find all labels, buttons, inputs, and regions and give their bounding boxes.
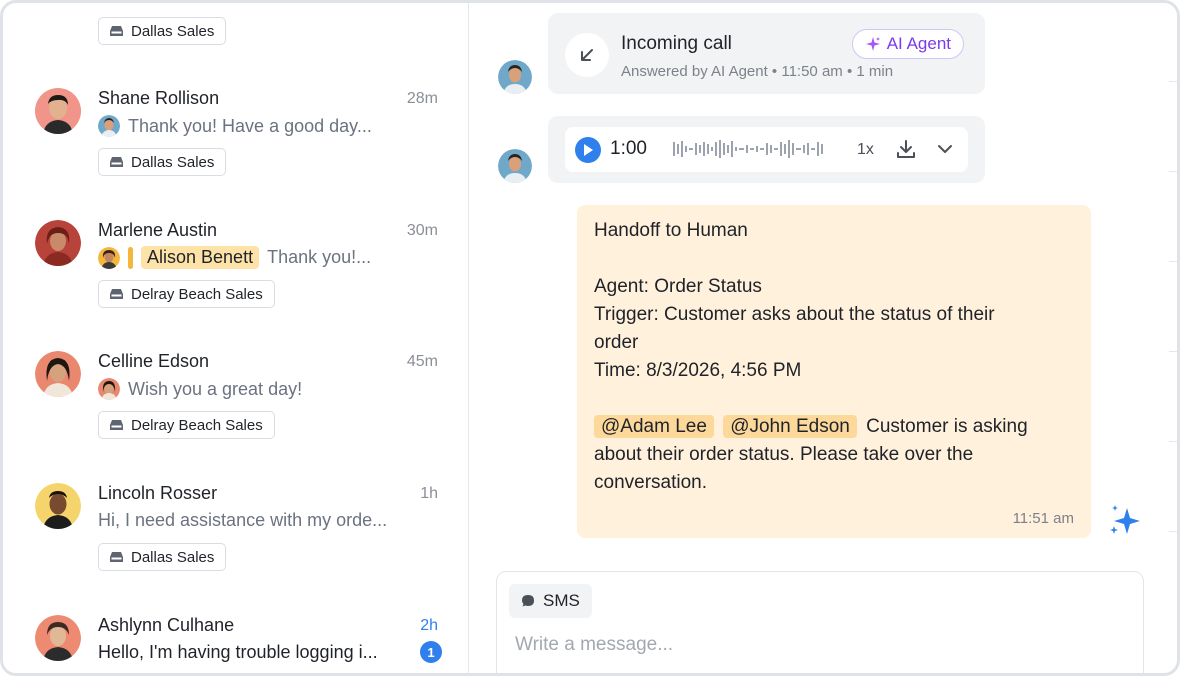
- audio-duration: 1:00: [610, 138, 647, 159]
- mention-chip[interactable]: @Adam Lee: [594, 415, 714, 438]
- contact-name: Marlene Austin: [98, 220, 218, 240]
- play-button[interactable]: [575, 137, 601, 163]
- chevron-down-icon[interactable]: [937, 143, 953, 155]
- inbox-icon: [110, 157, 123, 167]
- sparkle-icon: [865, 37, 880, 51]
- play-icon: [584, 144, 593, 156]
- preview-text: Thank you! Have a good day...: [128, 115, 372, 136]
- handoff-message: Handoff to Human Agent: Order Status Tri…: [577, 205, 1091, 538]
- handoff-trigger-cont: order: [594, 332, 639, 353]
- incoming-call-arrow-icon: [565, 33, 609, 77]
- contact-name: Lincoln Rosser: [98, 483, 218, 503]
- inbox-tag[interactable]: Dallas Sales: [98, 148, 227, 176]
- avatar: [35, 615, 81, 661]
- call-subtitle: Answered by AI Agent • 11:50 am • 1 min: [621, 63, 894, 80]
- handoff-body-cont: conversation.: [594, 472, 708, 493]
- inbox-icon: [110, 420, 123, 430]
- message-preview: Wish you a great day!: [98, 378, 302, 400]
- incoming-call-card[interactable]: Incoming call Answered by AI Agent • 11:…: [548, 13, 985, 94]
- inbox-icon: [110, 289, 123, 299]
- ai-agent-avatar: [498, 149, 532, 183]
- handoff-trigger: Trigger: Customer asks about the status …: [594, 304, 995, 325]
- message-composer: SMS: [496, 571, 1144, 673]
- handoff-title: Handoff to Human: [594, 220, 748, 241]
- handoff-time: Time: 8/3/2026, 4:56 PM: [594, 360, 802, 381]
- inbox-tag-label: Dallas Sales: [131, 548, 215, 566]
- unread-badge: 1: [420, 641, 442, 663]
- message-preview: Alison Benett Thank you!...: [98, 246, 371, 269]
- agent-avatar: [98, 115, 120, 137]
- preview-text: Thank you!...: [267, 247, 372, 267]
- ai-agent-label: AI Agent: [886, 34, 951, 53]
- download-icon[interactable]: [895, 138, 917, 160]
- avatar: [35, 220, 81, 266]
- inbox-tag-label: Dallas Sales: [131, 22, 215, 40]
- mention-chip[interactable]: @John Edson: [723, 415, 857, 438]
- conversation-time: 2h: [420, 617, 438, 634]
- message-input[interactable]: [515, 634, 1115, 656]
- call-recording-card: 1:00 1x: [548, 116, 985, 183]
- avatar: [35, 88, 81, 134]
- waveform[interactable]: [673, 139, 825, 159]
- conversation-thread: Incoming call Answered by AI Agent • 11:…: [470, 3, 1177, 673]
- inbox-tag-label: Delray Beach Sales: [131, 285, 263, 303]
- inbox-icon: [110, 26, 123, 36]
- avatar: [35, 351, 81, 397]
- sparkle-icon: [1110, 505, 1140, 534]
- conversation-time: 30m: [406, 222, 438, 239]
- contact-name: Celline Edson: [98, 351, 210, 371]
- playback-speed-button[interactable]: 1x: [857, 141, 874, 159]
- inbox-tag[interactable]: Dallas Sales: [98, 17, 227, 45]
- contact-name: Ashlynn Culhane: [98, 615, 235, 635]
- handoff-body-text: Customer is asking: [866, 416, 1028, 437]
- call-title: Incoming call: [621, 33, 732, 54]
- conversation-time: 28m: [406, 90, 438, 107]
- message-preview: Hi, I need assistance with my orde...: [98, 510, 387, 531]
- preview-text: Wish you a great day!: [128, 378, 303, 399]
- mention-indicator: [128, 246, 133, 269]
- preview-text: Hi, I need assistance with my orde...: [98, 510, 388, 530]
- agent-avatar: [98, 246, 120, 269]
- channel-label: SMS: [543, 591, 580, 610]
- inbox-tag[interactable]: Delray Beach Sales: [98, 411, 275, 439]
- side-panel-edge: [1169, 3, 1177, 673]
- conversation-list: Dallas Sales Shane Rollison 28m Thank yo…: [3, 3, 469, 673]
- inbox-tag[interactable]: Dallas Sales: [98, 543, 227, 571]
- inbox-tag[interactable]: Delray Beach Sales: [98, 280, 275, 308]
- chat-bubble-icon: [522, 595, 534, 607]
- conversation-time: 1h: [420, 485, 438, 502]
- inbox-icon: [110, 552, 123, 562]
- handoff-body: @Adam Lee @John Edson Customer is asking: [594, 413, 1028, 441]
- message-timestamp: 11:51 am: [1012, 510, 1074, 527]
- channel-selector[interactable]: SMS: [509, 584, 592, 618]
- preview-text: Hello, I'm having trouble logging i...: [98, 642, 378, 662]
- mention-chip: Alison Benett: [141, 246, 260, 269]
- handoff-body-cont: about their order status. Please take ov…: [594, 444, 974, 465]
- audio-player: 1:00 1x: [565, 127, 968, 172]
- agent-avatar: [98, 378, 120, 400]
- message-preview: Hello, I'm having trouble logging i...: [98, 642, 378, 663]
- inbox-tag-label: Delray Beach Sales: [131, 416, 263, 434]
- conversation-time: 45m: [406, 353, 438, 370]
- avatar: [35, 483, 81, 529]
- contact-name: Shane Rollison: [98, 88, 220, 108]
- message-preview: Thank you! Have a good day...: [98, 115, 372, 137]
- ai-agent-badge[interactable]: AI Agent: [851, 29, 964, 59]
- app-window: Dallas Sales Shane Rollison 28m Thank yo…: [0, 0, 1180, 676]
- handoff-agent: Agent: Order Status: [594, 276, 762, 297]
- inbox-tag-label: Dallas Sales: [131, 153, 215, 171]
- ai-agent-avatar: [498, 60, 532, 94]
